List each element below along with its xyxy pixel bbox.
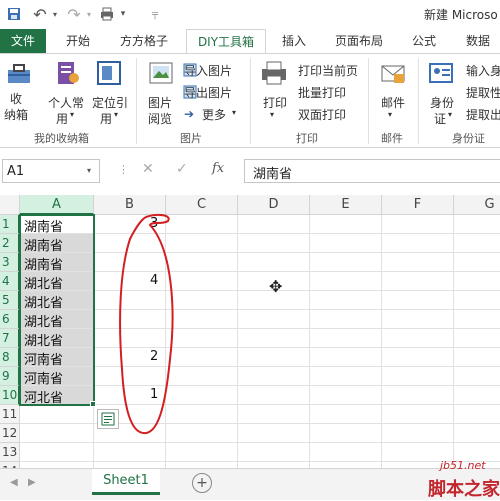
save-icon[interactable] [4,4,24,24]
chevron-down-icon: ▾ [388,110,393,119]
row-header[interactable]: 5 [0,291,20,310]
separator-icon: ╤ [151,8,159,20]
column-header-a[interactable]: A [20,195,94,215]
row-header[interactable]: 10 [0,386,20,405]
group-label-mybox: 我的收纳箱 [34,132,89,145]
worksheet-grid[interactable]: A B C D E F G 1 2 3 4 5 6 7 8 9 10 11 12… [0,195,500,468]
print-preview-icon[interactable] [98,4,116,24]
column-header-g[interactable]: G [454,195,500,215]
group-label-pictures: 图片 [180,132,202,145]
tab-data[interactable]: 数据 [458,29,498,53]
mail-icon [381,65,405,83]
group-label-idcard: 身份证 [452,132,485,145]
row-header[interactable]: 1 [0,215,20,234]
row-header[interactable]: 4 [0,272,20,291]
grid-line [237,215,238,468]
scroll-left-icon[interactable]: ◀ [10,477,18,488]
formula-bar: A1 ▾ ⋮ ✕ ✓ fx 湖南省 [0,155,500,187]
row-header[interactable]: 11 [0,405,20,424]
cancel-icon[interactable]: ✕ [142,161,154,177]
window-title: 新建 Microso [424,8,498,22]
cross-cursor-icon: ✥ [269,277,283,296]
row-header[interactable]: 8 [0,348,20,367]
group-separator [418,58,419,144]
chevron-down-icon: ▾ [87,166,92,175]
chevron-down-icon: ▾ [270,110,275,119]
formula-input[interactable]: 湖南省 [244,159,500,183]
row-header[interactable]: 3 [0,253,20,272]
formula-bar-grip-icon: ⋮ [118,163,129,176]
grid-line [20,442,500,443]
fill-handle[interactable] [90,401,96,407]
row-header[interactable]: 9 [0,367,20,386]
id-card-icon [429,63,453,83]
redo-icon[interactable]: ↷ [64,4,84,24]
group-separator [250,58,251,144]
column-header-f[interactable]: F [382,195,454,215]
column-header-d[interactable]: D [238,195,310,215]
tab-home[interactable]: 开始 [58,29,98,53]
group-label-mail: 邮件 [381,132,403,145]
group-separator [136,58,137,144]
undo-icon[interactable]: ↶ [30,4,50,24]
enter-icon[interactable]: ✓ [176,161,188,177]
group-label-printing: 打印 [296,132,318,145]
grid-line [453,215,454,468]
personal-icon [58,62,79,84]
row-header[interactable]: 2 [0,234,20,253]
grid-line [20,423,500,424]
redo-dropdown-icon[interactable]: ▾ [84,4,94,24]
grid-line [20,461,500,462]
row-header[interactable]: 7 [0,329,20,348]
tab-page-layout[interactable]: 页面布局 [326,29,392,53]
tab-sheet1[interactable]: Sheet1 [92,469,160,495]
arrow-right-icon: ➔ [184,107,195,121]
insert-function-icon[interactable]: fx [212,161,224,176]
undo-dropdown-icon[interactable]: ▾ [50,4,60,24]
customize-qat-icon[interactable]: ▾ [118,4,128,24]
add-sheet-button[interactable]: + [192,473,212,493]
printer-icon [262,61,286,85]
grid-line [309,215,310,468]
sheet-tab-bar: ◀ ▶ Sheet1 + jb51.net 脚本之家 [0,459,500,500]
row-header[interactable]: 12 [0,424,20,443]
picture-icon [149,62,173,84]
title-bar: ↶ ▾ ↷ ▾ ▾ ╤ 新建 Microso [0,0,500,29]
grid-line [381,215,382,468]
red-annotation-loop [119,213,174,435]
chevron-down-icon: ▾ [70,110,75,119]
ribbon: 收 纳箱 个人常 用 ▾ 定位引 用 ▾ 我的收纳箱 图片 阅览 导入图片 导出… [0,53,500,148]
chevron-down-icon: ▾ [232,108,237,117]
scroll-right-icon[interactable]: ▶ [28,477,36,488]
row-header[interactable]: 13 [0,443,20,462]
row-header[interactable]: 6 [0,310,20,329]
tab-insert[interactable]: 插入 [274,29,314,53]
chevron-down-icon: ▾ [448,110,453,119]
tab-file[interactable]: 文件 [0,29,46,53]
name-box[interactable]: A1 ▾ [2,159,100,183]
selection-border [19,214,95,406]
watermark-site: jb51.net [440,459,486,472]
tab-formulas[interactable]: 公式 [404,29,444,53]
ribbon-tabs: 文件 开始 方方格子 DIY工具箱 插入 页面布局 公式 数据 [0,29,500,53]
watermark-brand: 脚本之家 [428,479,500,500]
tab-fangfang[interactable]: 方方格子 [110,29,178,53]
tab-diy-toolbox[interactable]: DIY工具箱 [186,29,266,53]
group-separator [368,58,369,144]
select-all-corner[interactable] [0,195,20,215]
locate-icon [97,61,121,85]
chevron-down-icon: ▾ [114,110,119,119]
column-header-e[interactable]: E [310,195,382,215]
toolbox-icon [8,64,30,83]
